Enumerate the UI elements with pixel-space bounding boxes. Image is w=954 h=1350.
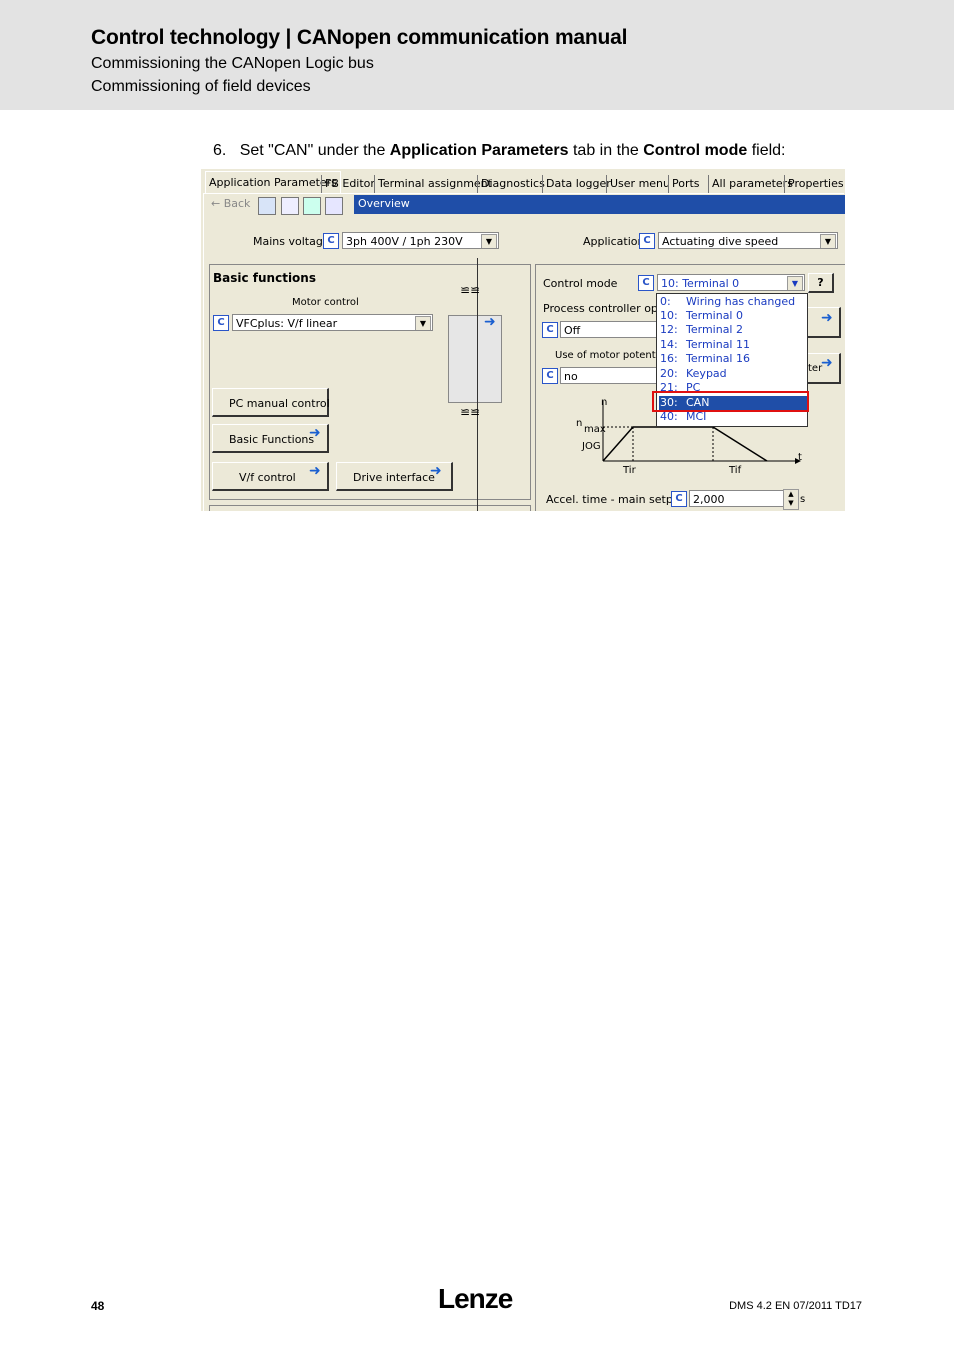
settings-icon[interactable] [325,197,343,215]
motor-pot-combo[interactable]: no [560,367,660,384]
step-bold-field: Control mode [643,142,748,159]
accel-time-label: Accel. time - main setp.. [546,493,680,506]
tab-user-menu[interactable]: User menu [606,175,673,193]
back-label: Back [223,197,251,210]
step-text-mid: tab in the [568,142,644,159]
subsection-title: Commissioning of field devices [91,78,311,95]
dropdown-option[interactable]: 16: Terminal 16 [659,352,807,366]
motor-pot-value: no [564,370,578,383]
arrow-right-icon: ➜ [430,463,442,479]
mains-voltage-c-button[interactable]: C [323,233,339,249]
step-text-pre: Set "CAN" under the [239,142,390,159]
arrow-right-icon: ➜ [821,310,833,326]
arrow-right-icon: ➜ [309,425,321,441]
mains-voltage-value: 3ph 400V / 1ph 230V [346,235,463,248]
break-mark-icon: ≌≌ [460,405,481,419]
lower-group [209,505,531,511]
process-controller-value: Off [564,324,581,337]
back-button[interactable]: ← Back [211,197,250,210]
chevron-down-icon[interactable]: ▼ [415,316,431,330]
device-arrow-icon[interactable]: ➜ [484,314,496,330]
basic-functions-label: Basic Functions [229,433,315,446]
overview-bar: Overview [354,195,845,214]
tab-ports[interactable]: Ports [668,175,703,193]
page-header: Control technology | CANopen communicati… [0,0,954,110]
tab-bar: Application Parameters FB Editor Termina… [201,171,845,194]
graph-tif-label: Tif [729,465,742,476]
process-controller-combo[interactable]: Off [560,321,660,338]
chevron-down-icon[interactable]: ▼ [481,234,497,248]
control-mode-c-button[interactable]: C [638,275,654,291]
dropdown-option[interactable]: 0: Wiring has changed [659,295,807,309]
dropdown-option[interactable]: 10: Terminal 0 [659,309,807,323]
motor-control-label: Motor control [292,297,359,308]
graph-nmax-label: n [576,418,583,429]
application-value: Actuating dive speed [662,235,779,248]
drive-interface-label: Drive interface [353,471,435,484]
chevron-down-icon[interactable]: ▼ [820,234,836,248]
control-mode-combo[interactable]: 10: Terminal 0 ▼ [657,274,805,291]
manual-title: Control technology | CANopen communicati… [91,26,628,49]
step-number: 6. [213,142,227,159]
document-reference: DMS 4.2 EN 07/2011 TD17 [729,1300,862,1312]
tab-properties[interactable]: Properties [784,175,845,193]
tab-data-logger[interactable]: Data logger [542,175,614,193]
break-mark-icon: ≌≌ [460,283,481,297]
software-screenshot: Application Parameters FB Editor Termina… [201,169,845,511]
mains-voltage-combo[interactable]: 3ph 400V / 1ph 230V ▼ [342,232,499,249]
accel-time-unit: s [800,494,806,505]
accel-time-input[interactable]: 2,000 [689,490,785,507]
basic-functions-title: Basic functions [213,271,316,285]
dropdown-option[interactable]: 14: Terminal 11 [659,338,807,352]
step-instruction: 6. Set "CAN" under the Application Param… [213,142,786,160]
control-mode-label: Control mode [543,277,618,290]
application-label: Application [583,235,645,248]
graph-t-label: t [798,452,802,463]
help-button[interactable]: ? [808,273,834,293]
vf-control-label: V/f control [239,471,296,484]
section-title: Commissioning the CANopen Logic bus [91,55,374,72]
dropdown-option[interactable]: 40: MCI [659,410,807,424]
process-controller-c-button[interactable]: C [542,322,558,338]
info-icon[interactable] [258,197,276,215]
tab-fb-editor[interactable]: FB Editor [321,175,378,193]
accel-time-c-button[interactable]: C [671,491,687,507]
control-mode-value: 10: Terminal 0 [661,277,740,290]
motor-control-combo[interactable]: VFCplus: V/f linear ▼ [232,314,433,331]
graph-tir-label: Tir [623,465,636,476]
application-c-button[interactable]: C [639,233,655,249]
chevron-down-icon[interactable]: ▼ [787,276,803,290]
step-bold-tab: Application Parameters [389,142,569,159]
motor-control-c-button[interactable]: C [213,315,229,331]
application-combo[interactable]: Actuating dive speed ▼ [658,232,838,249]
accel-time-value: 2,000 [693,493,725,506]
spinner-icon[interactable]: ▲ ▼ [783,489,799,510]
tab-all-parameters[interactable]: All parameters [708,175,796,193]
graph-n-label: n [601,397,608,408]
motor-control-value: VFCplus: V/f linear [236,317,338,330]
graph-max-label: max [584,424,606,435]
import-icon[interactable] [281,197,299,215]
motor-pot-c-button[interactable]: C [542,368,558,384]
tab-diagnostics[interactable]: Diagnostics [477,175,548,193]
highlight-box [652,391,809,412]
arrow-right-icon: ➜ [309,463,321,479]
mains-voltage-label: Mains voltage [253,235,330,248]
step-text-post: field: [747,142,786,159]
lenze-logo: Lenze [438,1283,513,1314]
dropdown-option[interactable]: 20: Keypad [659,367,807,381]
graph-jog-label: JOG [582,441,601,452]
edit-icon[interactable] [303,197,321,215]
dropdown-option[interactable]: 12: Terminal 2 [659,323,807,337]
pc-manual-control-button[interactable]: PC manual control [212,388,330,417]
page-number: 48 [91,1299,105,1313]
arrow-right-icon: ➜ [821,355,833,371]
